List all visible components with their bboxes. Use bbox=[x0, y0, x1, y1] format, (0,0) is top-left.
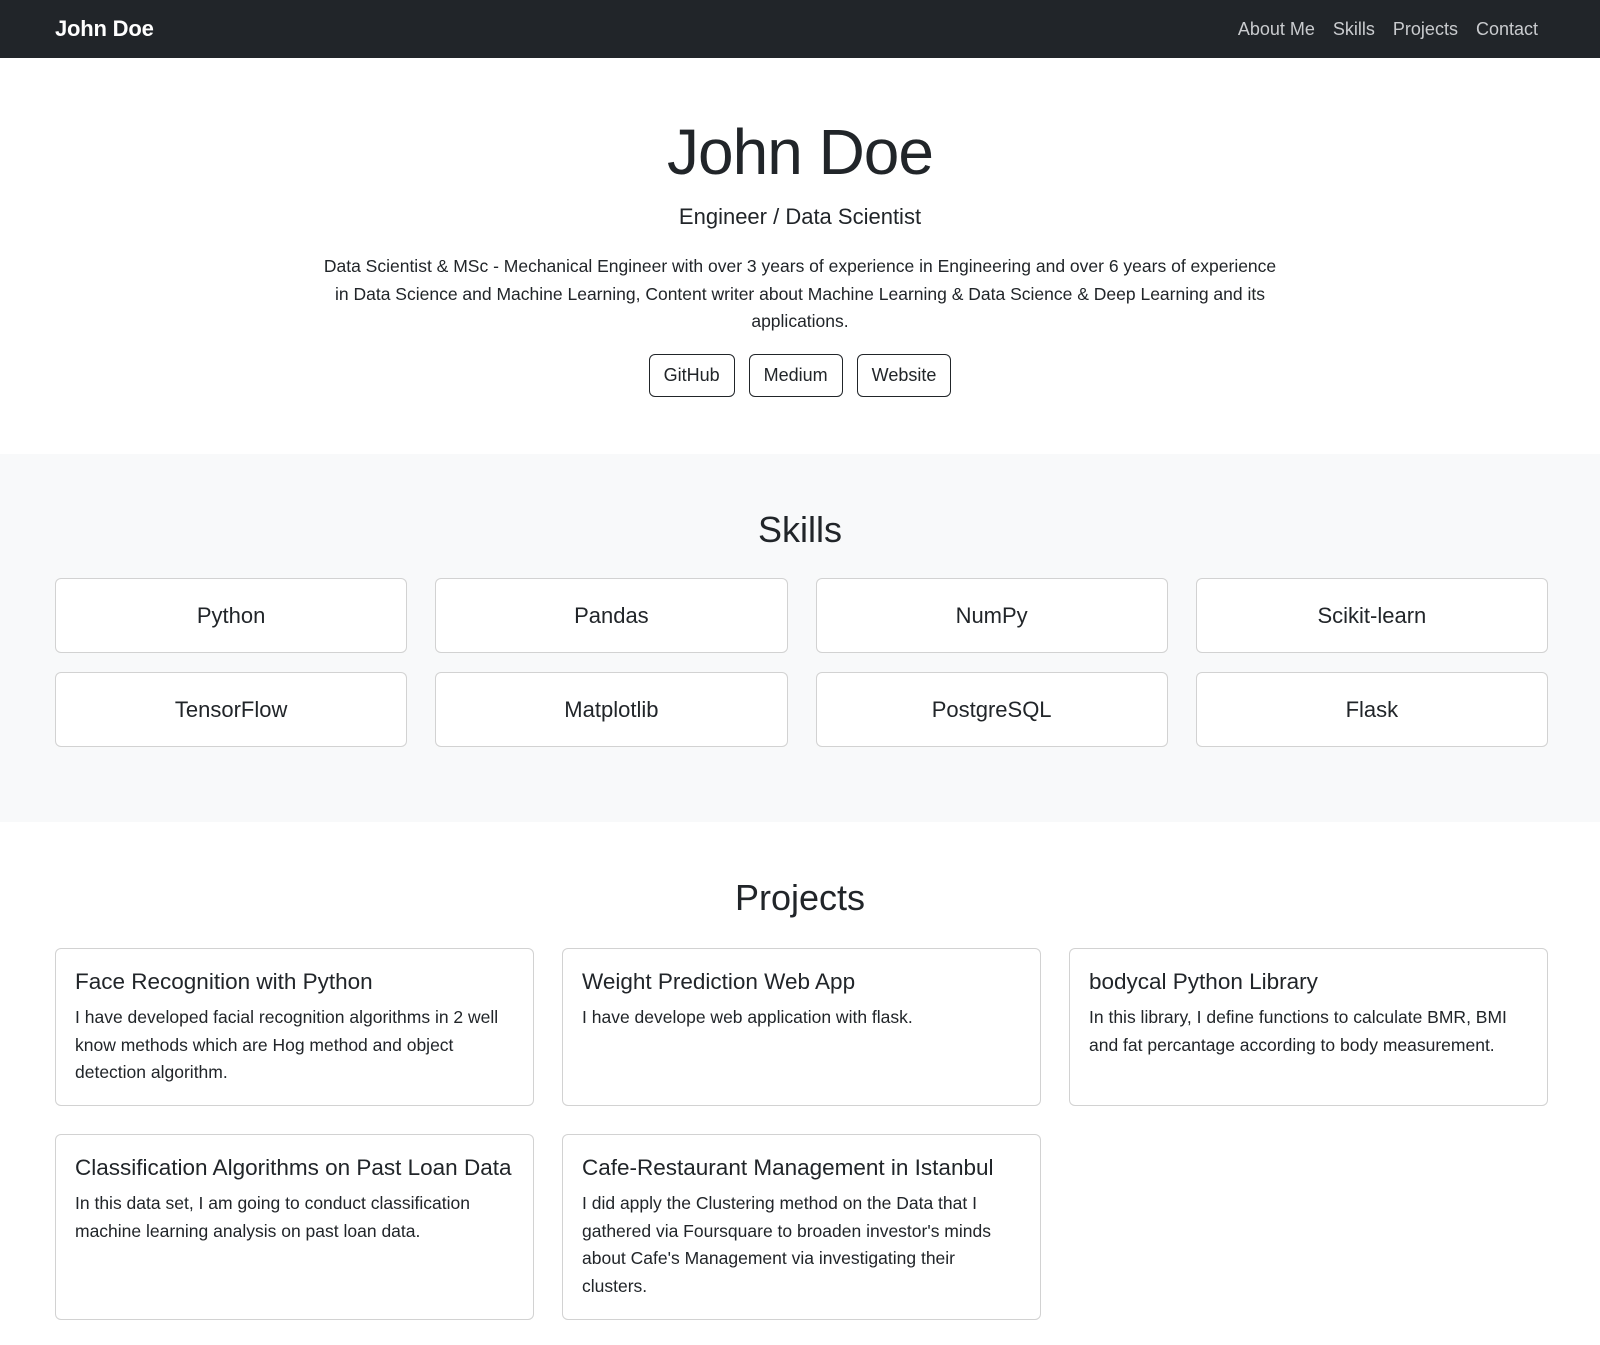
nav-link-skills[interactable]: Skills bbox=[1324, 19, 1384, 40]
hero-bio: Data Scientist & MSc - Mechanical Engine… bbox=[323, 256, 1277, 331]
project-description: I have develope web application with fla… bbox=[582, 1007, 913, 1027]
project-title: Cafe-Restaurant Management in Istanbul bbox=[582, 1155, 994, 1180]
project-title: bodycal Python Library bbox=[1089, 969, 1318, 994]
skill-card: Pandas bbox=[435, 578, 788, 653]
project-title: Classification Algorithms on Past Loan D… bbox=[75, 1155, 512, 1180]
project-description: I did apply the Clustering method on the… bbox=[582, 1193, 991, 1296]
project-card: Weight Prediction Web App I have develop… bbox=[562, 948, 1041, 1106]
skill-card: NumPy bbox=[815, 578, 1168, 653]
nav-link-projects[interactable]: Projects bbox=[1384, 19, 1467, 40]
hero-role: Engineer / Data Scientist bbox=[678, 204, 922, 229]
project-description: In this library, I define functions to c… bbox=[1089, 1007, 1507, 1055]
project-description: I have developed facial recognition algo… bbox=[75, 1007, 499, 1082]
hero-buttons: GitHub Medium Website bbox=[0, 353, 1600, 397]
nav-links: About Me Skills Projects Contact bbox=[1229, 19, 1545, 40]
skills-title: Skills bbox=[757, 509, 842, 550]
projects-section: Projects Face Recognition with Python I … bbox=[0, 822, 1600, 1320]
skill-card: PostgreSQL bbox=[815, 672, 1168, 747]
projects-title: Projects bbox=[734, 877, 866, 918]
navbar-brand[interactable]: John Doe bbox=[55, 16, 154, 42]
skills-section: Skills Python Pandas NumPy Scikit-learn … bbox=[0, 454, 1600, 822]
project-title: Weight Prediction Web App bbox=[582, 969, 856, 994]
project-card: Cafe-Restaurant Management in Istanbul I… bbox=[562, 1134, 1041, 1320]
project-card: bodycal Python Library In this library, … bbox=[1069, 948, 1548, 1106]
project-description: In this data set, I am going to conduct … bbox=[75, 1193, 470, 1241]
skill-card: Scikit-learn bbox=[1195, 578, 1548, 653]
skill-card: TensorFlow bbox=[55, 672, 408, 747]
project-title: Face Recognition with Python bbox=[75, 969, 373, 994]
github-button[interactable]: GitHub bbox=[648, 353, 735, 397]
hero-section: John Doe Engineer / Data Scientist Data … bbox=[0, 58, 1600, 454]
project-card: Classification Algorithms on Past Loan D… bbox=[55, 1134, 534, 1320]
navbar: John Doe About Me Skills Projects Contac… bbox=[0, 0, 1600, 58]
nav-link-contact[interactable]: Contact bbox=[1467, 19, 1545, 40]
project-card: Face Recognition with Python I have deve… bbox=[55, 948, 534, 1106]
nav-link-about-me[interactable]: About Me bbox=[1229, 19, 1324, 40]
skills-grid: Python Pandas NumPy Scikit-learn TensorF… bbox=[55, 578, 1548, 747]
projects-grid: Face Recognition with Python I have deve… bbox=[55, 948, 1548, 1320]
skill-card: Python bbox=[55, 578, 408, 653]
skill-card: Matplotlib bbox=[435, 672, 788, 747]
medium-button[interactable]: Medium bbox=[748, 353, 843, 397]
skill-card: Flask bbox=[1195, 672, 1548, 747]
website-button[interactable]: Website bbox=[856, 353, 952, 397]
hero-name: John Doe bbox=[667, 116, 934, 188]
